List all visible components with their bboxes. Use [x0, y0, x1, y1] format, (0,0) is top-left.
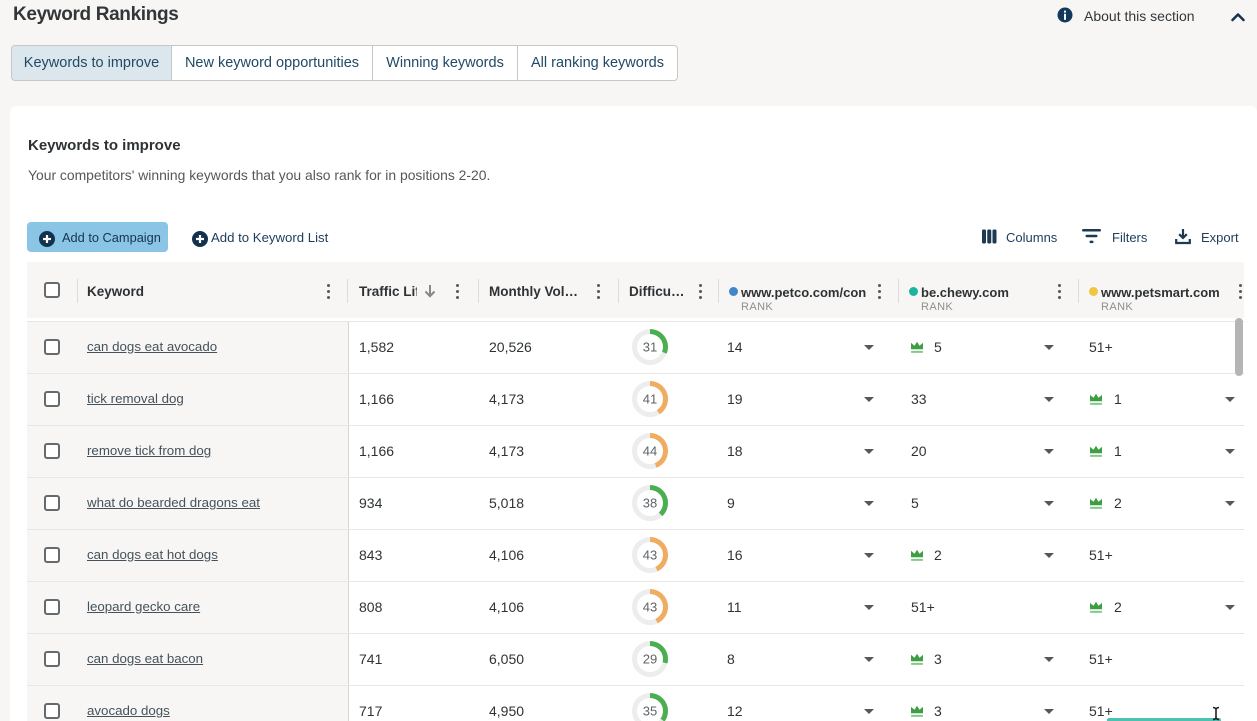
svg-text:43: 43	[643, 600, 657, 615]
svg-text:43: 43	[643, 548, 657, 563]
svg-text:35: 35	[643, 704, 657, 719]
svg-text:44: 44	[643, 444, 657, 459]
svg-text:38: 38	[643, 496, 657, 511]
svg-text:29: 29	[643, 652, 657, 667]
svg-text:31: 31	[643, 340, 657, 355]
svg-text:41: 41	[643, 392, 657, 407]
